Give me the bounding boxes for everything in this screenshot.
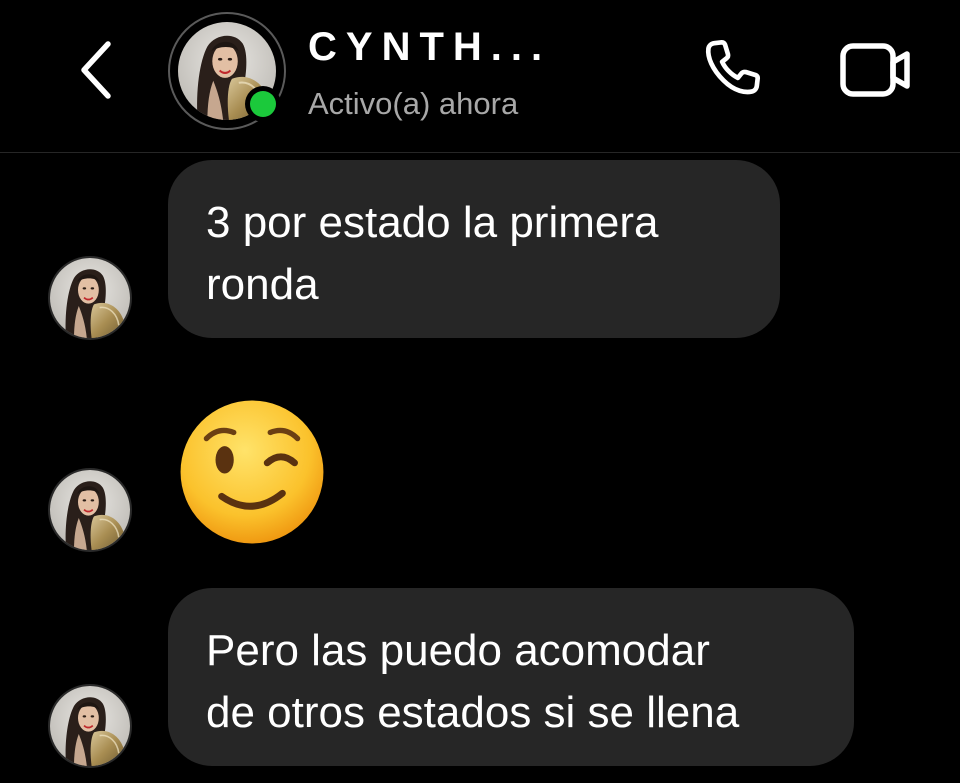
message-bubble[interactable]: 3 por estado la primera ronda xyxy=(168,160,780,338)
chevron-left-icon xyxy=(81,41,111,99)
chat-header: CYNTH... Activo(a) ahora xyxy=(0,0,960,153)
message-bubble[interactable]: Pero las puedo acomodar de otros estados… xyxy=(168,588,854,766)
sender-avatar[interactable] xyxy=(48,256,132,340)
sender-avatar[interactable] xyxy=(48,684,132,768)
video-camera-icon xyxy=(840,43,910,97)
audio-call-button[interactable] xyxy=(690,32,770,108)
online-indicator xyxy=(245,86,281,122)
winking-face-icon xyxy=(180,400,324,544)
video-call-button[interactable] xyxy=(830,32,920,108)
back-button[interactable] xyxy=(64,30,128,110)
message-text-line: de otros estados si se llena xyxy=(206,688,740,737)
message-text-line: Pero las puedo acomodar xyxy=(206,626,710,675)
contact-name[interactable]: CYNTH... xyxy=(308,22,551,72)
emoji-message[interactable] xyxy=(176,396,328,548)
message-text-line: 3 por estado la primera xyxy=(206,198,659,247)
phone-icon xyxy=(705,39,761,95)
message-text-line: ronda xyxy=(206,260,319,309)
sender-avatar[interactable] xyxy=(48,468,132,552)
contact-status: Activo(a) ahora xyxy=(308,86,519,121)
